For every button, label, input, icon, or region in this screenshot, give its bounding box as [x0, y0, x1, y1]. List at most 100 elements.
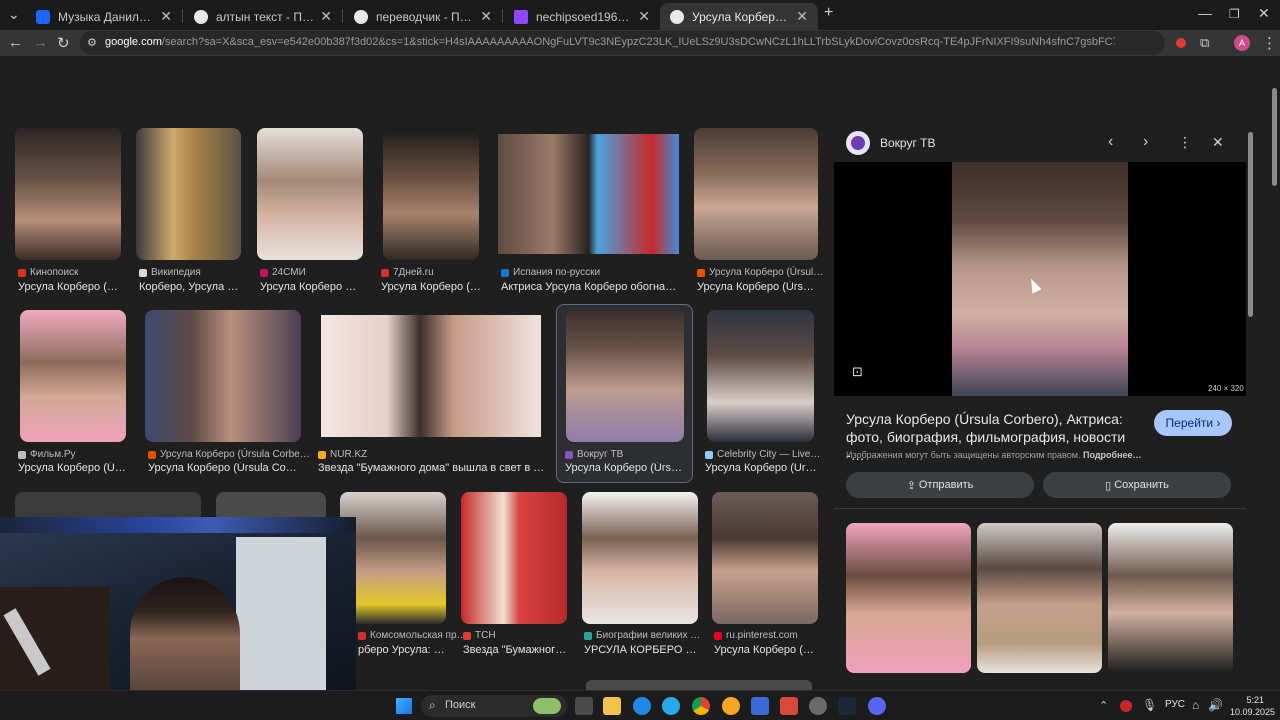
result-caption-14[interactable]: рберо Урсула: с… [358, 644, 448, 656]
microphone-icon[interactable]: 🎙 [1142, 698, 1157, 712]
result-image-9[interactable] [321, 315, 541, 437]
network-icon[interactable]: ⌂ [1192, 698, 1199, 712]
result-image-10[interactable] [566, 310, 684, 442]
panel-scrollbar-thumb[interactable] [1248, 132, 1253, 317]
steam-icon[interactable] [838, 697, 856, 715]
result-caption-8[interactable]: Урсула Корберо (Úrsula Cor… [148, 462, 300, 474]
more-info-link[interactable]: Подробнее… [1083, 450, 1142, 460]
telegram-icon[interactable] [662, 697, 680, 715]
close-tab-icon[interactable]: ✕ [638, 8, 650, 25]
result-image-8[interactable] [145, 310, 301, 442]
result-caption-11[interactable]: Урсула Корберо (Ur… [705, 462, 818, 474]
clock[interactable]: 5:21 10.09.2025 [1230, 694, 1275, 718]
site-info-icon[interactable]: ⚙ [87, 36, 97, 49]
reload-icon[interactable]: ↻ [57, 34, 70, 52]
previous-image-icon[interactable]: ‹ [1108, 133, 1113, 151]
save-button[interactable]: ▯ Сохранить [1043, 472, 1231, 498]
result-caption-4[interactable]: Урсула Корберо (… [381, 281, 486, 293]
result-source-5[interactable]: Испания по-русски [501, 267, 600, 278]
result-source-16[interactable]: Биографии великих … [584, 630, 700, 641]
close-tab-icon[interactable]: ✕ [320, 8, 332, 25]
recorder-icon[interactable] [780, 697, 798, 715]
visit-button[interactable]: Перейти › [1154, 410, 1232, 436]
result-source-7[interactable]: Фильм.Ру [18, 449, 76, 460]
page-scrollbar-thumb[interactable] [1272, 88, 1277, 186]
result-image-7[interactable] [20, 310, 126, 442]
tab-3[interactable]: переводчик - Поиск в Google ✕ [344, 3, 502, 30]
result-image-4[interactable] [383, 128, 479, 260]
input-language[interactable]: РУС [1165, 699, 1185, 710]
result-image-18[interactable] [586, 680, 812, 690]
tab-2[interactable]: алтын текст - Поиск в Google ✕ [184, 3, 342, 30]
result-caption-9[interactable]: Звезда "Бумажного дома" вышла в свет в с… [318, 462, 546, 474]
result-source-11[interactable]: Celebrity City — Live… [705, 449, 820, 460]
result-source-4[interactable]: 7Дней.ru [381, 267, 434, 278]
lens-search-icon[interactable]: ⊡ [852, 364, 863, 380]
related-image-1[interactable] [846, 523, 971, 673]
back-icon[interactable]: ← [8, 34, 23, 51]
obs-icon[interactable] [809, 697, 827, 715]
minimize-icon[interactable]: — [1198, 5, 1212, 21]
result-image-11[interactable] [707, 310, 814, 442]
result-source-6[interactable]: Урсула Корберо (Úrsul… [697, 267, 823, 278]
tab-search-icon[interactable]: ⌄ [8, 6, 20, 23]
extension-icon[interactable] [1176, 38, 1186, 48]
result-source-1[interactable]: Кинопоиск [18, 267, 78, 278]
taskbar-search[interactable]: ⌕ Поиск [421, 695, 567, 717]
result-caption-3[interactable]: Урсула Корберо … [260, 281, 368, 293]
result-image-2[interactable] [136, 128, 241, 260]
result-caption-5[interactable]: Актриса Урсула Корберо обогнал… [501, 281, 681, 293]
result-image-3[interactable] [257, 128, 363, 260]
menu-kebab-icon[interactable]: ⋮ [1262, 34, 1277, 52]
forward-icon[interactable]: → [33, 34, 48, 51]
close-tab-icon[interactable]: ✕ [796, 8, 808, 25]
result-caption-2[interactable]: Корберо, Урсула … [139, 281, 247, 293]
next-image-icon[interactable]: › [1143, 133, 1148, 151]
close-panel-icon[interactable]: ✕ [1212, 134, 1224, 151]
app-icon[interactable] [722, 697, 740, 715]
result-source-2[interactable]: Википедия [139, 267, 201, 278]
extensions-puzzle-icon[interactable]: ⧉ [1200, 35, 1209, 51]
new-tab-button[interactable]: + [824, 4, 833, 22]
profile-avatar[interactable]: A [1234, 35, 1250, 51]
result-caption-16[interactable]: УРСУЛА КОРБЕРО … [584, 644, 698, 656]
result-source-14[interactable]: Комсомольская пр… [358, 630, 467, 641]
edge-icon[interactable] [633, 697, 651, 715]
result-image-16[interactable] [582, 492, 698, 624]
close-window-icon[interactable]: ✕ [1258, 5, 1270, 22]
result-caption-1[interactable]: Урсула Корберо (… [18, 281, 128, 293]
close-tab-icon[interactable]: ✕ [160, 8, 172, 25]
result-image-6[interactable] [694, 128, 818, 260]
volume-icon[interactable]: 🔊 [1208, 698, 1223, 712]
discord-icon[interactable] [868, 697, 886, 715]
tab-5-active[interactable]: Урсула Корберо - Поиск в Google ✕ [660, 3, 818, 30]
result-image-1[interactable] [15, 128, 121, 260]
result-source-15[interactable]: ТСН [463, 630, 496, 641]
tab-1[interactable]: Музыка Данила Данилова ✕ [26, 3, 182, 30]
stats-app-icon[interactable] [751, 697, 769, 715]
result-image-15[interactable] [461, 492, 567, 624]
result-caption-15[interactable]: Звезда "Бумажног… [463, 644, 568, 656]
file-explorer-icon[interactable] [603, 697, 621, 715]
start-windows-icon[interactable] [396, 698, 412, 714]
result-source-10[interactable]: Вокруг ТВ [565, 449, 623, 460]
result-source-9[interactable]: NUR.KZ [318, 449, 367, 460]
task-view-icon[interactable] [575, 697, 593, 715]
result-image-5[interactable] [498, 134, 679, 254]
panel-site-name[interactable]: Вокруг ТВ [880, 136, 936, 150]
related-image-2[interactable] [977, 523, 1102, 673]
result-source-3[interactable]: 24СМИ [260, 267, 306, 278]
result-image-17[interactable] [712, 492, 818, 624]
result-caption-6[interactable]: Урсула Корберо (Úrsu… [697, 281, 817, 293]
result-caption-17[interactable]: Урсула Корберо (… [714, 644, 820, 656]
more-options-icon[interactable]: ⋮ [1178, 134, 1192, 151]
tab-4[interactable]: nechipsoed196 - Twitch ✕ [504, 3, 660, 30]
result-source-17[interactable]: ru.pinterest.com [714, 630, 798, 641]
result-source-8[interactable]: Урсула Корберо (Úrsula Corbe… [148, 449, 310, 460]
restore-icon[interactable]: ❐ [1229, 7, 1240, 21]
address-bar[interactable]: ⚙ google.com/search?sa=X&sca_esv=e542e00… [80, 31, 1165, 55]
tray-chevron-icon[interactable]: ⌃ [1099, 699, 1108, 712]
related-image-3[interactable] [1108, 523, 1233, 673]
tray-app-icon[interactable] [1120, 700, 1132, 712]
preview-image[interactable] [952, 162, 1128, 396]
